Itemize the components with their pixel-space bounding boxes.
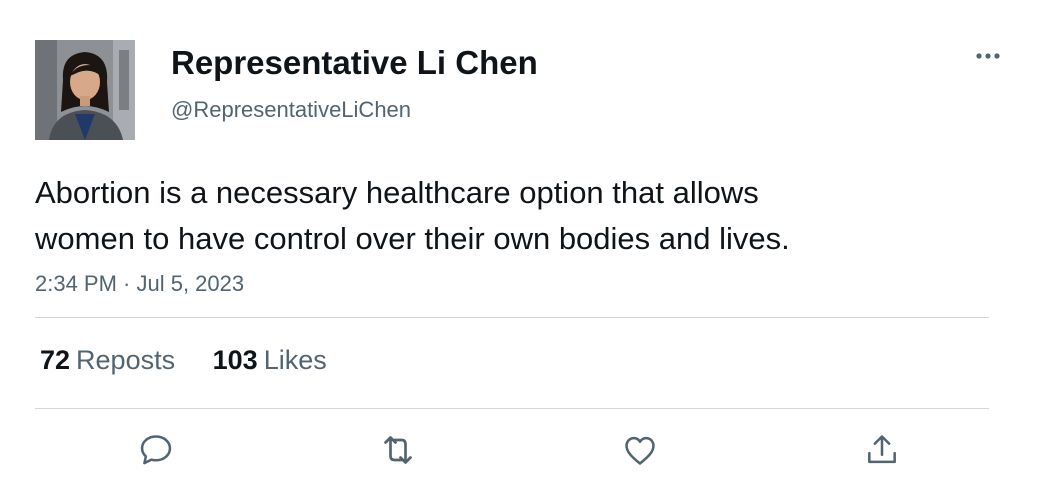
tweet-text: Abortion is a necessary healthcare optio…	[35, 175, 790, 256]
share-button[interactable]	[860, 428, 904, 472]
likes-label: Likes	[263, 345, 327, 375]
author-display-name[interactable]: Representative Li Chen	[171, 43, 538, 83]
likes-stat[interactable]: 103 Likes	[213, 343, 327, 377]
more-options-icon	[976, 53, 1000, 59]
divider	[35, 317, 989, 318]
reposts-count: 72	[40, 345, 71, 375]
divider	[35, 408, 989, 409]
tweet-stats: 72 Reposts 103 Likes	[40, 343, 357, 377]
like-button[interactable]	[618, 428, 662, 472]
reposts-label: Reposts	[76, 345, 176, 375]
reply-icon	[140, 435, 172, 465]
reposts-stat[interactable]: 72 Reposts	[40, 343, 175, 377]
avatar[interactable]	[35, 40, 135, 140]
reply-button[interactable]	[134, 428, 178, 472]
like-icon	[625, 436, 655, 465]
likes-count: 103	[212, 345, 258, 375]
author-handle[interactable]: @RepresentativeLiChen	[171, 96, 411, 124]
repost-button[interactable]	[376, 428, 420, 472]
avatar-image	[35, 40, 135, 140]
more-options-button[interactable]	[968, 42, 1008, 70]
share-icon	[868, 435, 896, 464]
tweet-timestamp[interactable]: 2:34 PM · Jul 5, 2023	[35, 270, 244, 298]
repost-icon	[384, 436, 412, 464]
